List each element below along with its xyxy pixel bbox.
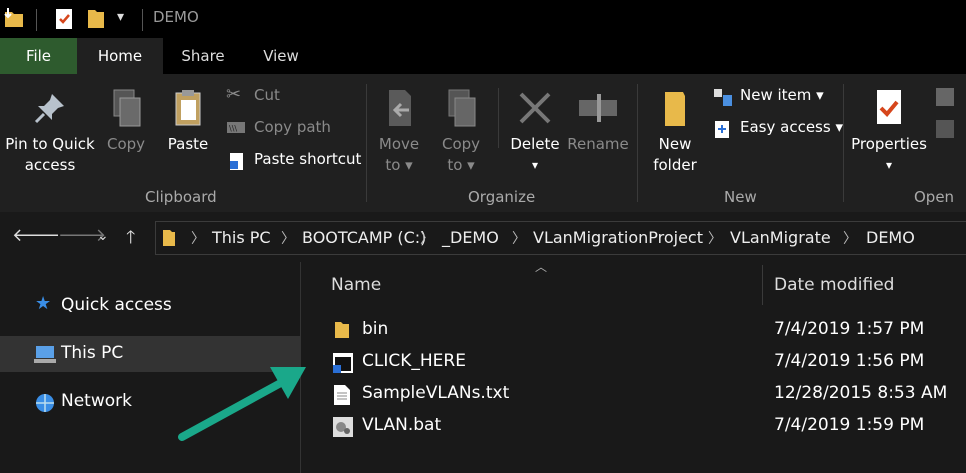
title-bar: ▾ DEMO [0,0,966,38]
svg-text:\\\: \\\ [229,124,237,133]
properties-icon[interactable] [53,7,75,31]
up-arrow-icon[interactable]: 🡑 [126,225,135,255]
text-file-icon [334,385,350,405]
edit-icon[interactable] [934,118,956,140]
paste-shortcut-button[interactable]: Paste shortcut [226,150,361,172]
group-label-new: New [724,188,757,206]
network-globe-icon [36,394,54,412]
pin-icon [34,94,64,124]
nav-item-quick-access[interactable]: ★ Quick access [0,288,300,324]
file-row-click-here[interactable]: CLICK_HERE 7/4/2019 1:56 PM [301,346,966,378]
breadcrumb-separator-icon: 〉 [191,231,205,247]
file-list: ︿ Name Date modified bin 7/4/2019 1:57 P… [301,260,966,473]
properties-icon [877,90,901,124]
tab-file[interactable]: File [0,38,77,74]
copy-icon [113,89,141,127]
column-header-date-modified[interactable]: Date modified [774,275,894,295]
paste-shortcut-icon [230,153,243,170]
breadcrumb-vlanmigrationproject[interactable]: VLanMigrationProject [533,228,703,247]
breadcrumb-separator-icon: 〉 [420,231,434,247]
separator [142,9,143,31]
ribbon-tabs: File Home Share View [0,38,966,74]
annotation-arrow-icon [178,367,306,441]
ribbon: Pin to Quick access Copy Paste ✂ Cut \\\… [0,74,966,213]
move-to-icon [389,90,411,126]
delete-x-icon [519,92,551,124]
breadcrumb-demo-root[interactable]: _DEMO [442,228,499,247]
new-item-button[interactable]: New item ▾ [712,86,832,108]
tab-view[interactable]: View [248,38,314,74]
tab-share[interactable]: Share [170,38,236,74]
folder-icon [335,322,349,338]
breadcrumb-separator-icon: 〉 [281,231,295,247]
scissors-icon: ✂ [226,84,242,105]
file-row-samplevlans[interactable]: SampleVLANs.txt 12/28/2015 8:53 AM [301,378,966,410]
folder-icon [163,230,175,246]
copy-path-button[interactable]: \\\ Copy path [226,118,336,140]
new-folder-icon [665,92,685,126]
batch-file-icon [333,417,353,437]
open-icon[interactable] [934,86,956,108]
separator [498,88,499,148]
rename-icon [579,94,617,122]
easy-access-button[interactable]: Easy access ▾ [712,118,843,140]
paste-icon [175,90,201,126]
group-label-clipboard: Clipboard [145,188,217,206]
group-separator [637,84,638,202]
breadcrumb-demo[interactable]: DEMO [866,228,915,247]
group-label-open: Open [914,188,955,206]
column-separator[interactable] [762,265,763,305]
copy-to-button[interactable]: Copy to ▾ [435,88,487,176]
breadcrumb-separator-icon: 〉 [512,231,526,247]
group-separator [366,84,367,202]
cut-button[interactable]: ✂ Cut [226,84,336,108]
new-item-icon [714,89,732,106]
computer-icon [34,346,56,363]
recent-locations-chevron-icon[interactable]: ⌄ [97,228,109,244]
move-to-button[interactable]: Move to ▾ [373,88,425,176]
folder-icon[interactable] [2,7,26,31]
customize-dropdown-icon[interactable]: ▾ [117,9,124,25]
breadcrumb-separator-icon: 〉 [843,231,857,247]
new-folder-icon[interactable] [85,7,107,31]
address-bar[interactable]: 〉 This PC 〉 BOOTCAMP (C:) 〉 _DEMO 〉 VLan… [155,221,966,255]
new-folder-button[interactable]: New folder [648,88,702,176]
paste-button[interactable]: Paste [162,88,214,155]
file-row-vlan-bat[interactable]: VLAN.bat 7/4/2019 1:59 PM [301,410,966,442]
copy-to-icon [448,89,476,127]
group-label-organize: Organize [468,188,536,206]
sort-up-chevron-icon: ︿ [535,260,548,274]
copy-path-icon: \\\ [227,122,245,133]
separator [36,9,37,31]
breadcrumb-bootcamp[interactable]: BOOTCAMP (C:) [302,228,426,247]
star-icon: ★ [35,293,52,314]
easy-access-icon [715,121,729,138]
breadcrumb-vlanmigrate[interactable]: VLanMigrate [730,228,831,247]
file-row-bin[interactable]: bin 7/4/2019 1:57 PM [301,314,966,346]
breadcrumb-this-pc[interactable]: This PC [212,228,271,247]
tab-home[interactable]: Home [77,38,163,74]
window-title: DEMO [153,8,199,26]
column-header-name[interactable]: Name [331,275,381,295]
back-arrow-icon[interactable]: 🡐 [12,225,60,246]
rename-button[interactable]: Rename [566,88,630,155]
copy-button[interactable]: Copy [100,88,152,155]
group-separator [843,84,844,202]
shortcut-icon [333,353,353,373]
pin-to-quick-access-button[interactable]: Pin to Quick access [2,88,98,176]
delete-button[interactable]: Delete ▾ [507,88,563,176]
properties-button[interactable]: Properties ▾ [851,88,927,176]
breadcrumb-separator-icon: 〉 [708,231,722,247]
navigation-bar: 🡐 🡒 ⌄ 🡑 〉 This PC 〉 BOOTCAMP (C:) 〉 _DEM… [0,212,966,262]
